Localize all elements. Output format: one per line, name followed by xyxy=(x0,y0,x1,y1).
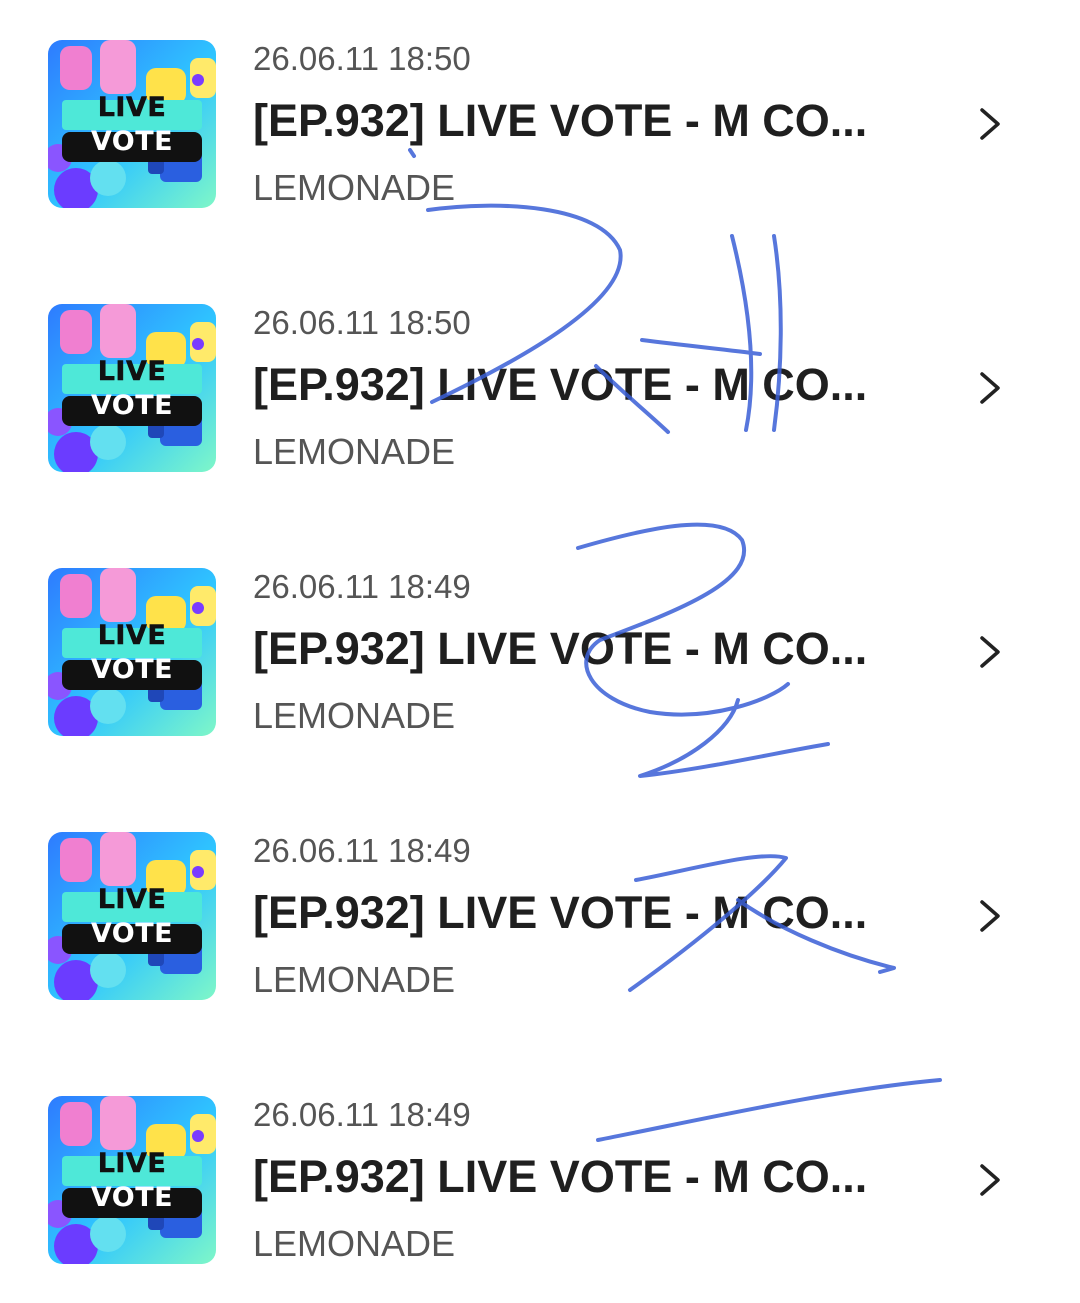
thumbnail-art xyxy=(48,1096,216,1264)
live-vote-thumbnail: LIVE VOTE xyxy=(48,304,216,472)
live-vote-thumbnail: LIVE VOTE xyxy=(48,1096,216,1264)
thumbnail-live-label: LIVE xyxy=(97,884,167,915)
item-channel: LEMONADE xyxy=(253,959,456,1000)
list-item[interactable]: LIVE VOTE 26.06.11 18:49 [EP.932] LIVE V… xyxy=(0,1056,1080,1264)
item-title: [EP.932] LIVE VOTE - M CO... xyxy=(253,95,868,146)
thumbnail-live-label: LIVE xyxy=(97,356,167,387)
list-item[interactable]: LIVE VOTE 26.06.11 18:49 [EP.932] LIVE V… xyxy=(0,792,1080,1000)
chevron-right-icon[interactable] xyxy=(975,632,1005,672)
item-date: 26.06.11 18:49 xyxy=(253,1096,471,1133)
thumbnail-art xyxy=(48,568,216,736)
item-channel: LEMONADE xyxy=(253,695,456,736)
thumbnail-live-label: LIVE xyxy=(97,1148,167,1179)
item-title: [EP.932] LIVE VOTE - M CO... xyxy=(253,623,868,674)
thumbnail-vote-label: VOTE xyxy=(90,390,174,421)
thumbnail-vote-label: VOTE xyxy=(90,1182,174,1213)
list-item[interactable]: LIVE VOTE 26.06.11 18:50 [EP.932] LIVE V… xyxy=(0,0,1080,208)
chevron-right-icon[interactable] xyxy=(975,896,1005,936)
list-item[interactable]: LIVE VOTE 26.06.11 18:49 [EP.932] LIVE V… xyxy=(0,528,1080,736)
thumbnail-vote-label: VOTE xyxy=(90,126,174,157)
chevron-right-icon[interactable] xyxy=(975,104,1005,144)
chevron-right-icon[interactable] xyxy=(975,1160,1005,1200)
thumbnail-vote-label: VOTE xyxy=(90,654,174,685)
thumbnail-art xyxy=(48,832,216,1000)
live-vote-thumbnail: LIVE VOTE xyxy=(48,832,216,1000)
item-channel: LEMONADE xyxy=(253,167,456,208)
live-vote-thumbnail: LIVE VOTE xyxy=(48,568,216,736)
thumbnail-art xyxy=(48,304,216,472)
item-title: [EP.932] LIVE VOTE - M CO... xyxy=(253,1151,868,1202)
item-channel: LEMONADE xyxy=(253,1223,456,1264)
live-vote-thumbnail: LIVE VOTE xyxy=(48,40,216,208)
item-date: 26.06.11 18:49 xyxy=(253,832,471,869)
item-title: [EP.932] LIVE VOTE - M CO... xyxy=(253,359,868,410)
thumbnail-art xyxy=(48,40,216,208)
chevron-right-icon[interactable] xyxy=(975,368,1005,408)
thumbnail-vote-label: VOTE xyxy=(90,918,174,949)
list-item[interactable]: LIVE VOTE 26.06.11 18:50 [EP.932] LIVE V… xyxy=(0,264,1080,472)
thumbnail-live-label: LIVE xyxy=(97,620,167,651)
item-date: 26.06.11 18:50 xyxy=(253,304,471,341)
item-date: 26.06.11 18:49 xyxy=(253,568,471,605)
item-title: [EP.932] LIVE VOTE - M CO... xyxy=(253,887,868,938)
item-date: 26.06.11 18:50 xyxy=(253,40,471,77)
item-channel: LEMONADE xyxy=(253,431,456,472)
thumbnail-live-label: LIVE xyxy=(97,92,167,123)
